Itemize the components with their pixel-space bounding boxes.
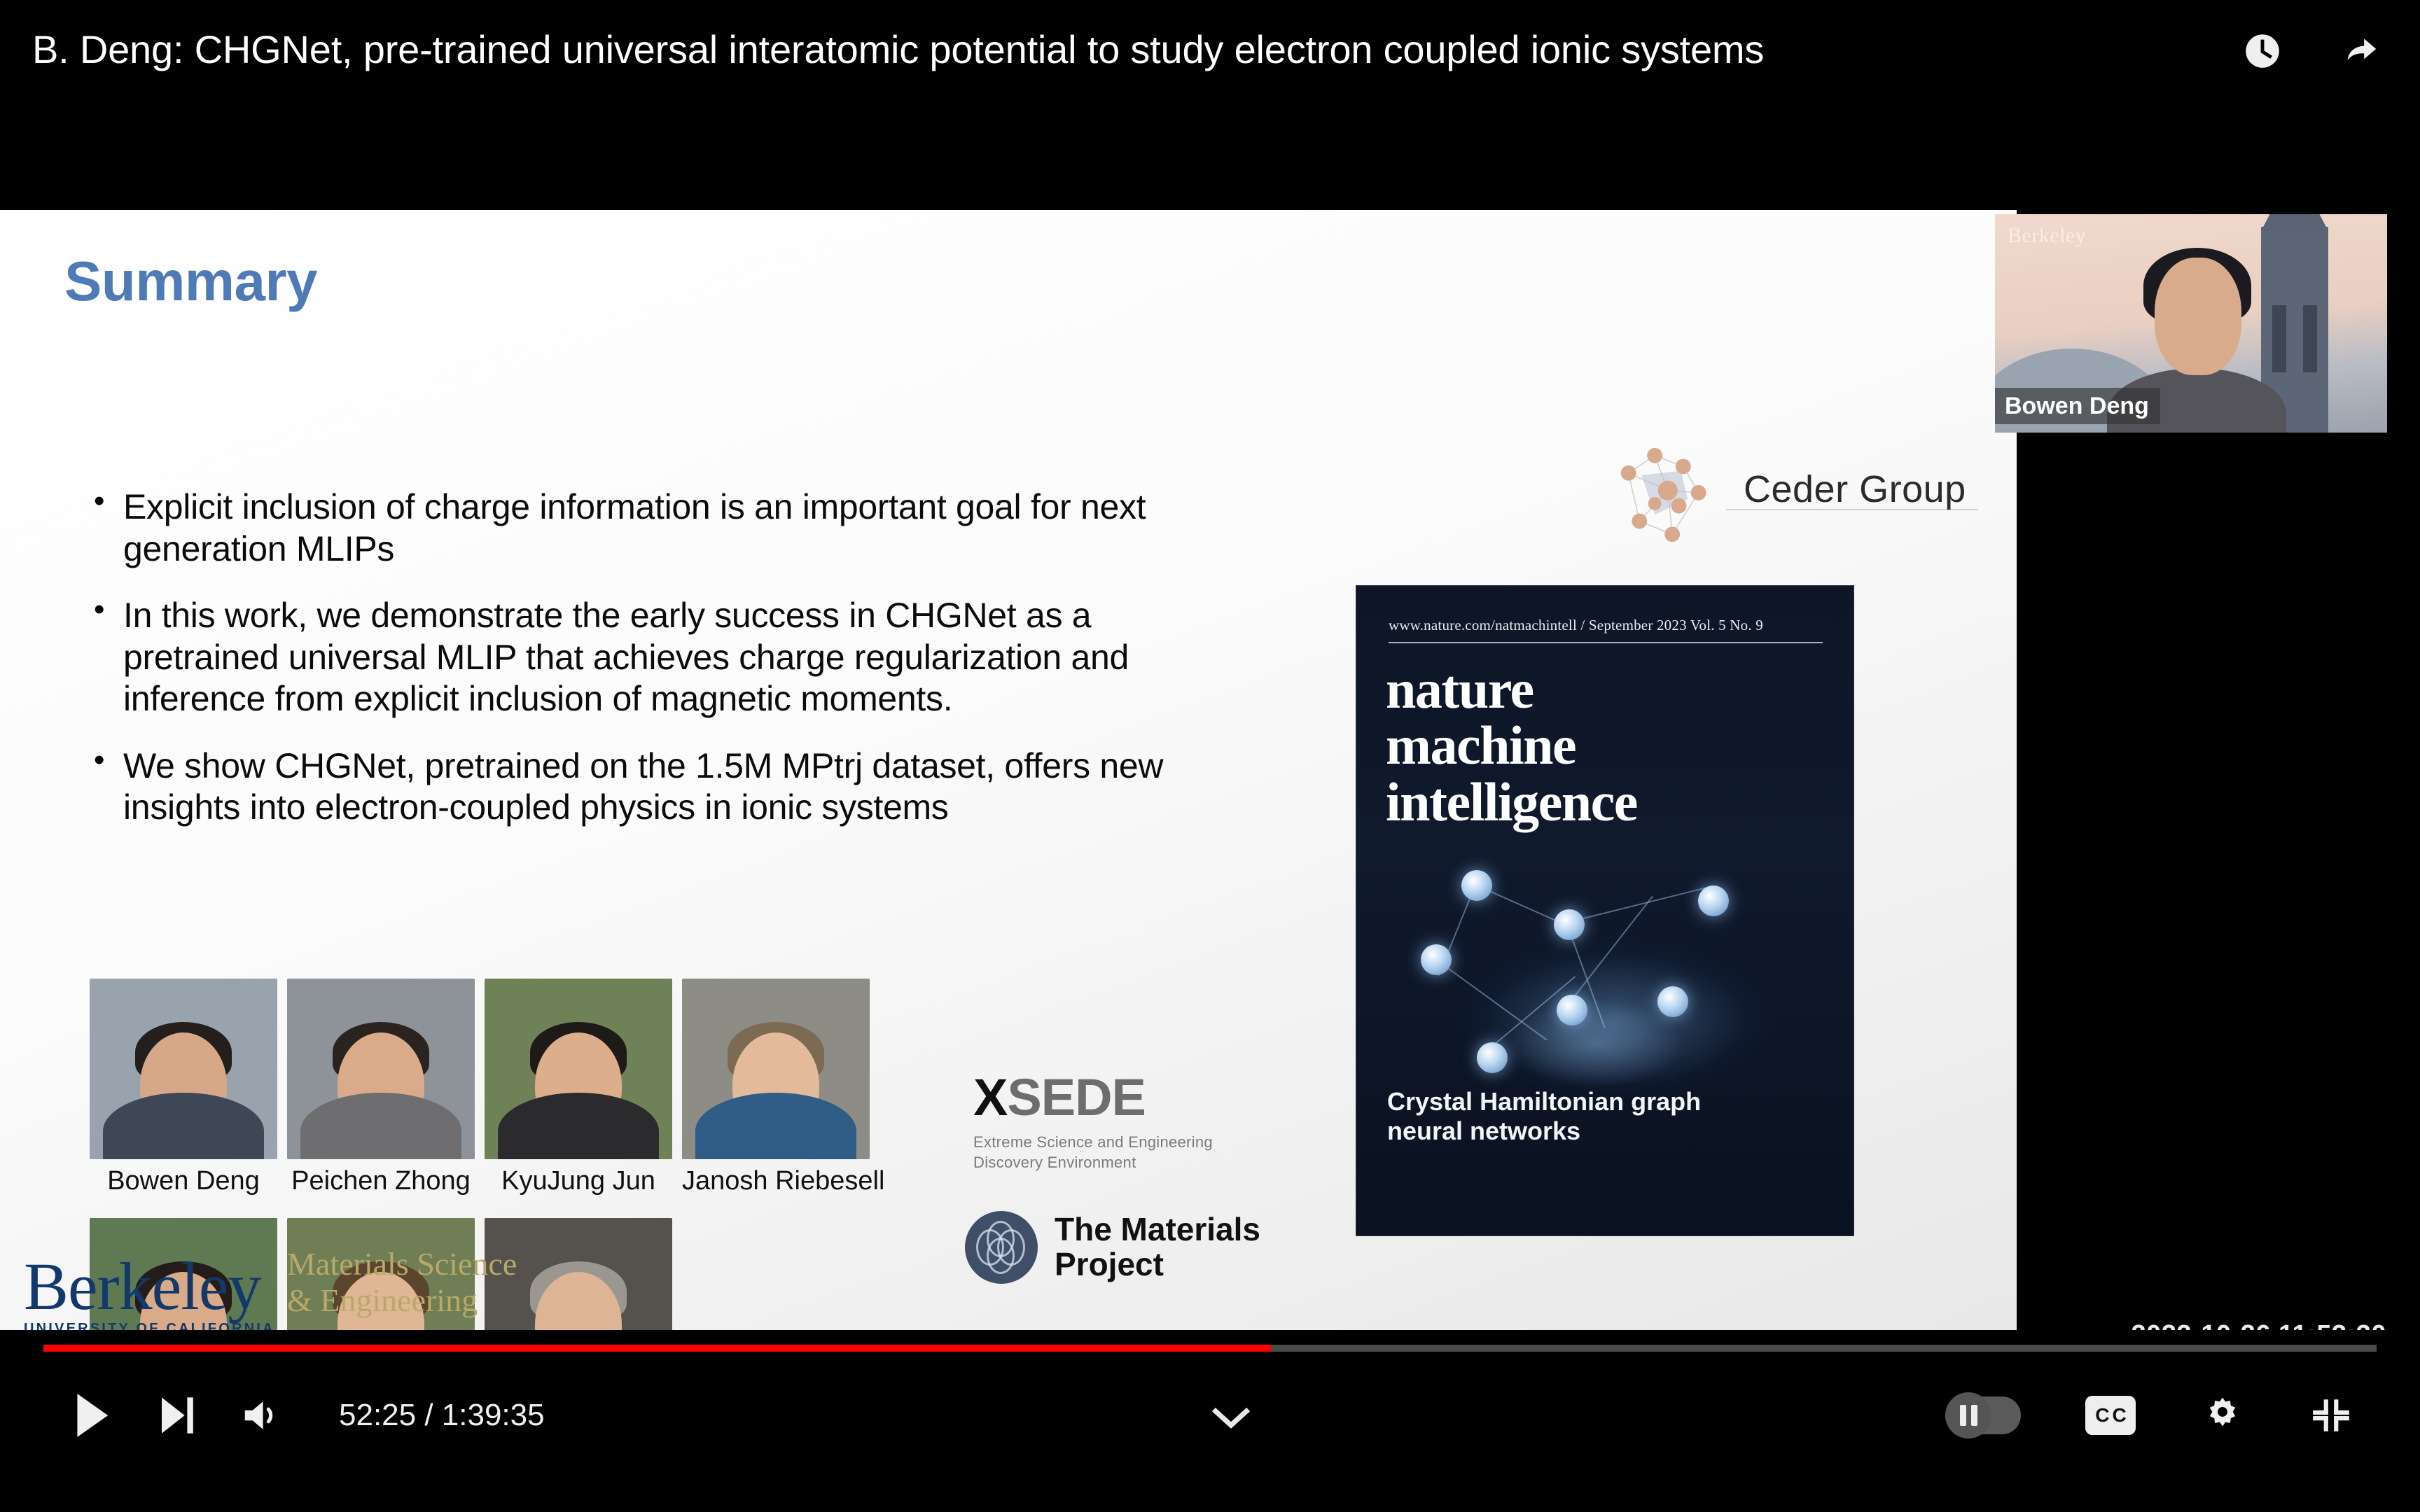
progress-played <box>43 1345 1271 1352</box>
player-top-bar: B. Deng: CHGNet, pre-trained universal i… <box>0 0 2420 111</box>
team-member: KyuJung Jun <box>485 979 672 1196</box>
masthead-line-2: machine <box>1386 715 1577 776</box>
team-member-photo <box>287 979 475 1159</box>
ceder-group-label: Ceder Group <box>1744 468 1966 510</box>
masthead-line-3: intelligence <box>1386 771 1638 832</box>
player-buttons: 52:25 / 1:39:35 CC <box>0 1366 2420 1464</box>
team-member-photo <box>90 979 277 1159</box>
journal-masthead: nature machine intelligence <box>1386 659 1638 832</box>
crystal-cluster-icon <box>1620 447 1706 542</box>
bullet-text: We show CHGNet, pretrained on the 1.5M M… <box>123 746 1164 827</box>
autoplay-toggle-icon[interactable] <box>1945 1392 2021 1438</box>
mp-line-2: Project <box>1055 1246 1164 1282</box>
closed-captions-icon[interactable]: CC <box>2085 1396 2136 1435</box>
play-icon[interactable] <box>70 1390 113 1441</box>
journal-rule <box>1389 642 1823 643</box>
xsede-rest: SEDE <box>1007 1068 1146 1126</box>
xsede-tagline-2: Discovery Environment <box>973 1153 1136 1171</box>
presentation-slide: Summary Ceder Group • Explicit inclusion… <box>0 210 2017 1330</box>
team-member-name: Peichen Zhong <box>291 1166 471 1196</box>
team-member-name: KyuJung Jun <box>501 1166 655 1196</box>
team-member: Peichen Zhong <box>287 979 475 1196</box>
masthead-line-1: nature <box>1386 659 1534 720</box>
slide-bullet-list: Explicit inclusion of charge information… <box>90 484 1210 854</box>
cc-right-letter: C <box>2112 1404 2127 1426</box>
time-display: 52:25 / 1:39:35 <box>339 1398 545 1432</box>
slide-title: Summary <box>64 250 318 312</box>
mp-line-1: The Materials <box>1055 1211 1260 1248</box>
berkeley-watermark: Berkeley <box>2008 224 2087 247</box>
team-member-name: Janosh Riebesell <box>682 1166 885 1196</box>
bullet-item: We show CHGNet, pretrained on the 1.5M M… <box>90 743 1210 829</box>
speaker-webcam-overlay[interactable]: Berkeley Bowen Deng <box>1995 214 2387 433</box>
xsede-wordmark: XSEDE <box>973 1068 1213 1127</box>
share-icon[interactable] <box>2339 29 2382 73</box>
mse-line-1: Materials Science <box>287 1246 517 1282</box>
gear-icon[interactable] <box>2200 1393 2245 1438</box>
speaker-head <box>2155 258 2241 375</box>
video-player-page: B. Deng: CHGNet, pre-trained universal i… <box>0 0 2420 1512</box>
clock-icon[interactable] <box>2241 29 2284 73</box>
mse-department-logo: Materials Science & Engineering <box>287 1246 517 1318</box>
materials-project-icon <box>965 1211 1038 1284</box>
next-track-icon[interactable] <box>157 1392 196 1439</box>
team-member: Bowen Deng <box>90 979 277 1196</box>
caption-line-2: neural networks <box>1387 1116 1581 1145</box>
exit-fullscreen-icon[interactable] <box>2309 1394 2353 1437</box>
journal-cover-caption: Crystal Hamiltonian graph neural network… <box>1387 1087 1701 1146</box>
player-left-controls: 52:25 / 1:39:35 <box>70 1366 545 1464</box>
progress-bar[interactable] <box>43 1345 2377 1352</box>
bullet-text: Explicit inclusion of charge information… <box>123 487 1146 568</box>
bullet-item: In this work, we demonstrate the early s… <box>90 592 1210 720</box>
mse-line-2: & Engineering <box>287 1282 478 1318</box>
speaker-name-bar: Bowen Deng <box>1995 388 2160 424</box>
team-member: Janosh Riebesell <box>682 979 884 1196</box>
top-bar-actions <box>2241 29 2382 73</box>
video-stage[interactable]: Summary Ceder Group • Explicit inclusion… <box>0 111 2420 1330</box>
chevron-down-icon[interactable] <box>1211 1404 1251 1432</box>
xsede-tagline-1: Extreme Science and Engineering <box>973 1133 1213 1151</box>
xsede-tagline: Extreme Science and Engineering Discover… <box>973 1133 1213 1172</box>
xsede-logo: XSEDE Extreme Science and Engineering Di… <box>973 1068 1213 1172</box>
bullet-text: In this work, we demonstrate the early s… <box>123 596 1129 718</box>
journal-cover: www.nature.com/natmachintell / September… <box>1356 586 1854 1236</box>
autoplay-toggle-knob <box>1945 1392 1991 1438</box>
player-right-controls: CC <box>1945 1366 2353 1464</box>
bullet-item: Explicit inclusion of charge information… <box>90 484 1210 570</box>
materials-project-label: The Materials Project <box>1055 1212 1260 1282</box>
player-control-bar: 52:25 / 1:39:35 CC <box>0 1330 2420 1512</box>
journal-url-line: www.nature.com/natmachintell / September… <box>1389 617 1763 634</box>
caption-line-1: Crystal Hamiltonian graph <box>1387 1087 1702 1116</box>
berkeley-subtitle: UNIVERSITY OF CALIFORNIA <box>24 1321 275 1330</box>
team-member-photo <box>682 979 870 1159</box>
ceder-group-logo: Ceder Group <box>1604 442 1982 547</box>
video-title: B. Deng: CHGNet, pre-trained universal i… <box>32 27 1765 71</box>
team-member-photo <box>485 979 672 1159</box>
volume-icon[interactable] <box>239 1394 283 1437</box>
team-member-name: Bowen Deng <box>107 1166 260 1196</box>
materials-project-logo: The Materials Project <box>965 1211 1260 1284</box>
berkeley-logo: Berkeley UNIVERSITY OF CALIFORNIA <box>24 1249 283 1330</box>
cc-left-letter: C <box>2095 1404 2109 1426</box>
xsede-x: X <box>973 1068 1008 1126</box>
berkeley-wordmark: Berkeley <box>24 1249 262 1324</box>
speaker-name: Bowen Deng <box>2005 392 2149 419</box>
